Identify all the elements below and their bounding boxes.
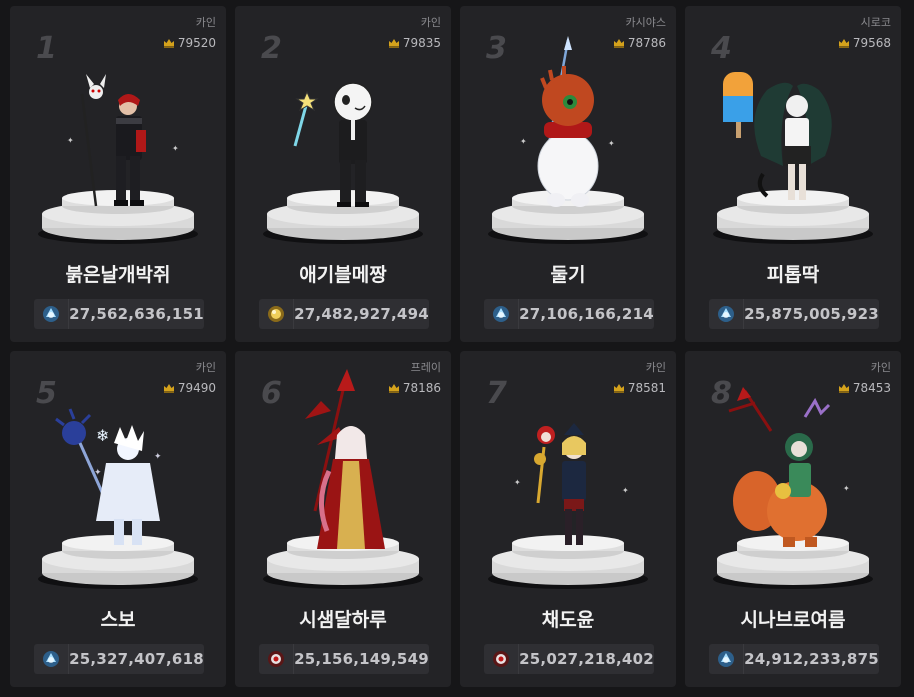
ranking-card[interactable]: 7 카인 78581 ✦ ✦ 채도윤 25,027,218,402 [460,351,676,687]
ranking-card[interactable]: 2 카인 79835 애기블메짱 27,482,927,494 [235,6,451,342]
combat-power-value: 27,562,636,151 [69,305,204,323]
character-display: ✦ ✦ [38,74,198,244]
buff-crystal-icon [493,306,509,322]
character-display: ✦ [713,387,873,589]
character-display: ❄ ✦ ✦ [38,408,198,589]
ranking-card[interactable]: 3 카시야스 78786 ✦ ✦ 둘기 27,106,166,214 [460,6,676,342]
combat-power-value: 27,106,166,214 [519,305,654,323]
combat-power-value: 24,912,233,875 [744,650,879,668]
character-display [713,72,873,244]
power-icon-wrap [259,644,294,674]
power-icon-wrap [259,299,294,329]
combat-power-value: 25,027,218,402 [519,650,654,668]
power-icon-wrap [709,644,744,674]
character-display: ✦ ✦ [488,36,648,244]
ranking-card[interactable]: 4 시로코 79568 피톱딱 25,875,005,923 [685,6,901,342]
svg-text:✦: ✦ [154,452,162,462]
character-display [263,369,423,589]
combat-power-box: 24,912,233,875 [709,644,879,674]
ranking-card[interactable]: 5 카인 79490 ❄ ✦ ✦ 스보 25,327,407,618 [10,351,226,687]
combat-power-value: 27,482,927,494 [294,305,429,323]
svg-text:✦: ✦ [67,136,74,145]
svg-text:✦: ✦ [520,137,527,146]
popsicle-character [723,72,832,200]
combat-power-value: 25,875,005,923 [744,305,879,323]
combat-power-box: 27,562,636,151 [34,299,204,329]
ranking-grid: 1 카인 79520 ✦ ✦ 붉은날개박쥐 27,562,636,151 2 카… [0,0,914,697]
power-icon-wrap [484,299,519,329]
svg-text:✦: ✦ [94,468,102,478]
ranking-card[interactable]: 8 카인 78453 ✦ 시나브로여름 24,912,233,875 [685,351,901,687]
power-icon-wrap [34,644,69,674]
bat-knight-character [80,74,146,207]
combat-power-box: 25,875,005,923 [709,299,879,329]
ranking-card[interactable]: 1 카인 79520 ✦ ✦ 붉은날개박쥐 27,562,636,151 [10,6,226,342]
buff-crystal-icon [43,306,59,322]
buff-crystal-icon [718,306,734,322]
character-name[interactable]: 시나브로여름 [685,605,901,632]
ranking-card[interactable]: 6 프레이 78186 시샘달하루 25,156,149,549 [235,351,451,687]
power-icon-wrap [709,299,744,329]
squirrel-rider-character [728,387,831,547]
svg-text:✦: ✦ [608,139,615,148]
snowman-character [537,36,599,207]
character-name[interactable]: 채도윤 [460,605,676,632]
svg-text:✦: ✦ [172,144,179,153]
gold-orb-icon [268,306,284,322]
red-eye-icon [268,651,284,667]
power-icon-wrap [34,299,69,329]
character-name[interactable]: 붉은날개박쥐 [10,260,226,287]
white-mage-character: ❄ ✦ ✦ [55,408,162,545]
buff-crystal-icon [43,651,59,667]
combat-power-box: 27,106,166,214 [484,299,654,329]
character-name[interactable]: 스보 [10,605,226,632]
red-eye-icon [493,651,509,667]
svg-text:✦: ✦ [843,484,850,493]
svg-text:✦: ✦ [622,486,629,495]
svg-text:✦: ✦ [514,478,521,487]
power-icon-wrap [484,644,519,674]
character-display [263,82,423,244]
red-lance-character [305,369,385,549]
character-display: ✦ ✦ [488,423,648,589]
svg-text:❄: ❄ [96,426,109,445]
masked-suit-character [293,82,373,207]
character-name[interactable]: 둘기 [460,260,676,287]
combat-power-value: 25,327,407,618 [69,650,204,668]
combat-power-box: 25,327,407,618 [34,644,204,674]
character-name[interactable]: 시샘달하루 [235,605,451,632]
character-name[interactable]: 피톱딱 [685,260,901,287]
combat-power-box: 25,156,149,549 [259,644,429,674]
buff-crystal-icon [718,651,734,667]
combat-power-value: 25,156,149,549 [294,650,429,668]
staff-girl-character [534,423,586,545]
character-name[interactable]: 애기블메짱 [235,260,451,287]
combat-power-box: 25,027,218,402 [484,644,654,674]
combat-power-box: 27,482,927,494 [259,299,429,329]
